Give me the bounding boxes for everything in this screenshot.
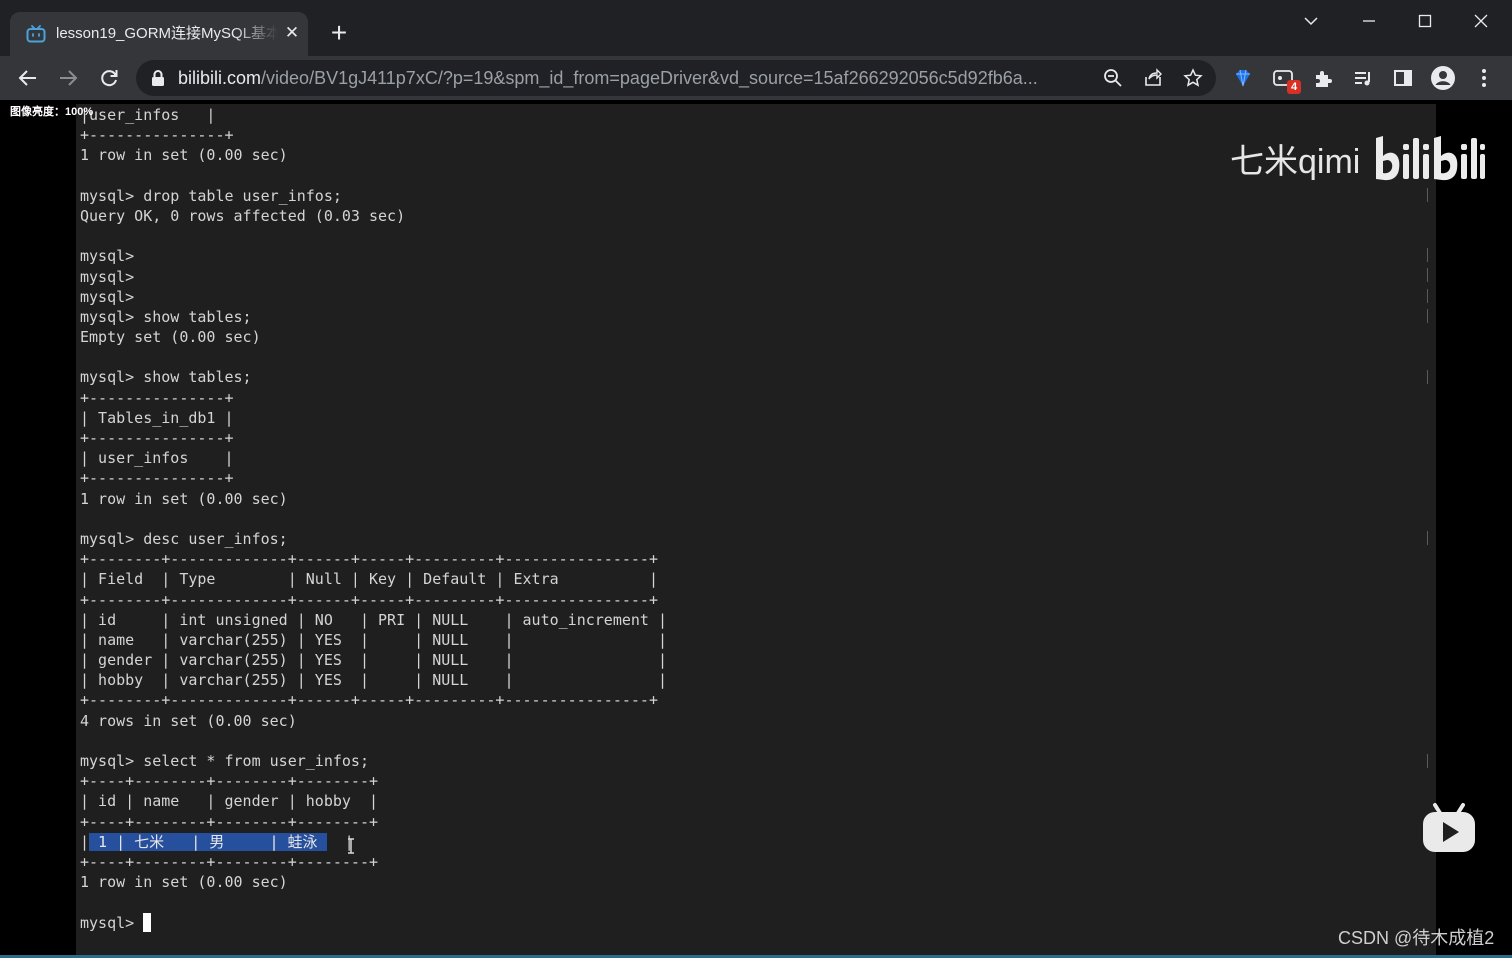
scroll-marker bbox=[1424, 268, 1428, 282]
csdn-watermark: CSDN @待木成植2 bbox=[1338, 928, 1495, 948]
extension-badge: 4 bbox=[1287, 80, 1301, 94]
minimize-icon[interactable] bbox=[1346, 6, 1392, 36]
terminal-video-content: |user_infos | +---------------+ 1 row in… bbox=[76, 104, 1436, 956]
terminal-prompt-line: mysql> bbox=[80, 912, 667, 933]
watermark-text: 七米qimi bbox=[1230, 143, 1361, 181]
terminal-line: mysql> desc user_infos; bbox=[80, 529, 288, 548]
tab-strip: lesson19_GORM连接MySQL基本示例 ✕ + bbox=[0, 0, 1512, 56]
terminal-line: +---------------+ bbox=[80, 388, 234, 407]
text-selection: 1 | 七米 | 男 | 蛙泳 bbox=[89, 832, 327, 851]
media-control-icon[interactable] bbox=[1349, 64, 1377, 92]
scroll-marker bbox=[1424, 370, 1428, 384]
scroll-marker bbox=[1424, 188, 1428, 202]
terminal-line: mysql> bbox=[80, 267, 135, 286]
terminal-line: 1 row in set (0.00 sec) bbox=[80, 146, 288, 165]
maximize-icon[interactable] bbox=[1402, 6, 1448, 36]
terminal-selected-row: | 1 | 七米 | 男 | 蛙泳 | bbox=[80, 832, 667, 852]
text-cursor bbox=[143, 912, 152, 932]
terminal-line: mysql> bbox=[80, 287, 135, 306]
terminal-line: | Field | Type | Null | Key | Default | … bbox=[80, 570, 658, 589]
ibeam-cursor-icon bbox=[348, 838, 354, 854]
bilibili-logo bbox=[1376, 136, 1485, 181]
terminal-line: +---------------+ bbox=[80, 429, 234, 447]
reload-icon[interactable] bbox=[95, 64, 123, 92]
mysql-prompt: mysql> bbox=[80, 913, 144, 932]
back-icon[interactable] bbox=[14, 64, 42, 92]
tab-close-icon[interactable]: ✕ bbox=[282, 23, 302, 43]
more-menu-icon[interactable] bbox=[1470, 64, 1498, 92]
lock-icon[interactable] bbox=[150, 69, 166, 87]
terminal-line: 4 rows in set (0.00 sec) bbox=[80, 711, 297, 730]
terminal-line: mysql> drop table user_infos; bbox=[80, 186, 342, 205]
forward-icon[interactable] bbox=[54, 64, 82, 92]
zoom-icon[interactable] bbox=[1101, 66, 1125, 90]
scroll-marker bbox=[1424, 531, 1428, 545]
terminal-line: | id | int unsigned | NO | PRI | NULL | … bbox=[80, 610, 667, 629]
scroll-marker bbox=[1424, 754, 1428, 768]
tab-search-chevron-icon[interactable] bbox=[1288, 6, 1334, 36]
terminal-line: +--------+-------------+------+-----+---… bbox=[80, 590, 658, 609]
terminal-line: mysql> show tables; bbox=[80, 307, 252, 326]
gem-extension-icon[interactable] bbox=[1229, 64, 1257, 92]
scroll-marker bbox=[1424, 248, 1428, 262]
brightness-indicator: 图像亮度：100% bbox=[10, 106, 94, 118]
bookmark-star-icon[interactable] bbox=[1181, 66, 1205, 90]
terminal-line: 1 row in set (0.00 sec) bbox=[80, 873, 288, 892]
terminal-line: Query OK, 0 rows affected (0.03 sec) bbox=[80, 206, 406, 225]
url-path: /video/BV1gJ411p7xC/?p=19&spm_id_from=pa… bbox=[261, 68, 1038, 88]
terminal-line: 1 row in set (0.00 sec) bbox=[80, 489, 288, 508]
terminal-line: | hobby | varchar(255) | YES | | NULL | … bbox=[80, 671, 667, 690]
bilibili-tv-icon bbox=[26, 25, 46, 43]
side-panel-icon[interactable] bbox=[1389, 64, 1417, 92]
terminal-output: |user_infos | +---------------+ 1 row in… bbox=[80, 105, 667, 933]
terminal-line: |user_infos | bbox=[80, 106, 216, 124]
terminal-line: +----+--------+--------+--------+ bbox=[80, 772, 379, 791]
uploader-watermark: 七米qimi bbox=[1230, 132, 1485, 186]
terminal-line: | id | name | gender | hobby | bbox=[80, 792, 379, 811]
terminal-line: +---------------+ bbox=[80, 126, 234, 145]
scroll-marker bbox=[1424, 309, 1428, 323]
profile-avatar-icon[interactable] bbox=[1429, 64, 1457, 92]
terminal-line: | gender | varchar(255) | YES | | NULL |… bbox=[80, 651, 667, 670]
scroll-marker bbox=[1424, 289, 1428, 303]
terminal-line: +--------+-------------+------+-----+---… bbox=[80, 691, 658, 710]
url-text[interactable]: bilibili.com/video/BV1gJ411p7xC/?p=19&sp… bbox=[178, 68, 1090, 88]
bilibili-play-icon[interactable] bbox=[1421, 802, 1477, 854]
terminal-line: +--------+-------------+------+-----+---… bbox=[80, 550, 658, 569]
browser-toolbar: bilibili.com/video/BV1gJ411p7xC/?p=19&sp… bbox=[0, 56, 1512, 100]
terminal-line: +---------------+ bbox=[80, 469, 234, 488]
tab-title: lesson19_GORM连接MySQL基本示例 bbox=[56, 25, 278, 42]
address-bar[interactable]: bilibili.com/video/BV1gJ411p7xC/?p=19&sp… bbox=[136, 60, 1216, 96]
share-icon[interactable] bbox=[1141, 66, 1165, 90]
terminal-line: | user_infos | bbox=[80, 449, 234, 468]
terminal-line: Empty set (0.00 sec) bbox=[80, 328, 261, 347]
new-tab-button[interactable]: + bbox=[326, 19, 352, 47]
terminal-line: | name | varchar(255) | YES | | NULL | | bbox=[80, 630, 667, 649]
extensions-puzzle-icon[interactable] bbox=[1309, 64, 1337, 92]
terminal-line: +----+--------+--------+--------+ bbox=[80, 812, 379, 831]
terminal-line: | Tables_in_db1 | bbox=[80, 408, 234, 427]
terminal-line: +----+--------+--------+--------+ bbox=[80, 852, 379, 871]
window-close-icon[interactable] bbox=[1458, 6, 1504, 36]
browser-tab[interactable]: lesson19_GORM连接MySQL基本示例 ✕ bbox=[10, 12, 308, 56]
terminal-line: mysql> select * from user_infos; bbox=[80, 752, 369, 770]
terminal-line: mysql> show tables; bbox=[80, 368, 252, 387]
row-border-left: | bbox=[80, 832, 90, 851]
terminal-line: mysql> bbox=[80, 247, 135, 266]
url-host: bilibili.com bbox=[178, 68, 262, 88]
